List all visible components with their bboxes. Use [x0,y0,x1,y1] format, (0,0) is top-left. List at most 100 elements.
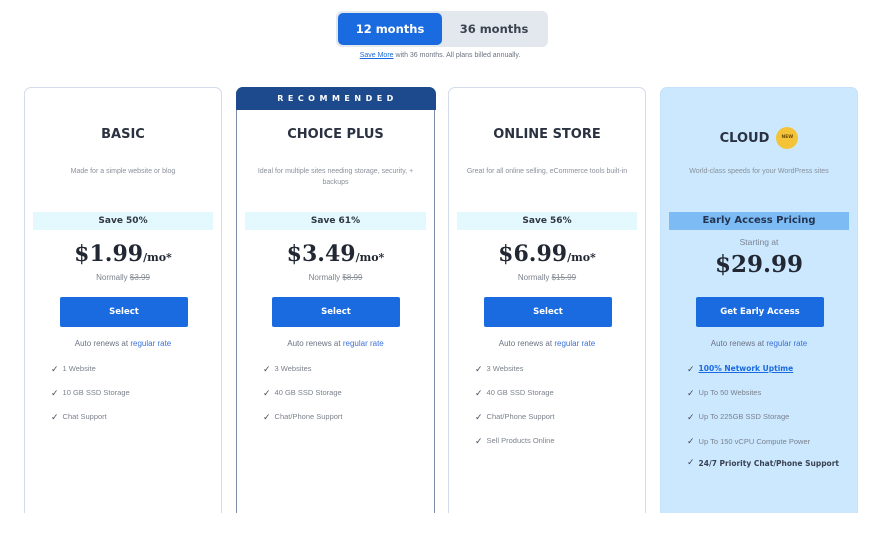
save-badge: Save 50% [33,212,213,230]
feature-text: 3 Websites [274,364,312,373]
feature-text: Sell Products Online [486,436,555,445]
feature-item: ✓ 40 GB SSD Storage [475,387,637,399]
select-button[interactable]: Select [484,297,612,327]
save-more-link[interactable]: Save More [360,52,394,59]
feature-text: 24/7 Priority Chat/Phone Support [698,459,839,468]
plan-description: World-class speeds for your WordPress si… [689,168,829,175]
feature-item: ✓ 24/7 Priority Chat/Phone Support [687,457,849,471]
feature-list: ✓ 100% Network Uptime ✓ Up To 50 Websites … [687,363,849,483]
feature-text: 40 GB SSD Storage [274,388,342,397]
renews-note: Auto renews at regular rate [661,339,857,348]
feature-item: ✓ 3 Websites [475,363,637,375]
checkmark-icon: ✓ [687,436,695,446]
feature-text: 40 GB SSD Storage [486,388,554,397]
checkmark-icon: ✓ [263,364,271,374]
regular-price: Normally $8.99 [237,273,434,282]
checkmark-icon: ✓ [51,412,59,422]
feature-text: Chat/Phone Support [274,412,343,421]
price: $3.49/mo* [237,241,434,267]
price-amount: $3.49 [286,241,356,267]
feature-item: ✓ 1 Website [51,363,213,375]
feature-text: Up To 50 Websites [698,388,762,397]
normally-label: Normally [308,273,343,282]
starting-at-label: Starting at [739,237,779,247]
term-36-months-button[interactable]: 36 months [442,13,546,45]
price-unit: /mo* [567,251,596,264]
renews-text: Auto renews at [74,339,131,348]
feature-text: Up To 150 vCPU Compute Power [698,437,811,446]
feature-item: ✓ 10 GB SSD Storage [51,387,213,399]
feature-item: ✓ Up To 50 Websites [687,387,849,399]
strikethrough-price: $8.99 [342,273,363,282]
feature-text: 3 Websites [486,364,524,373]
checkmark-icon: ✓ [475,388,483,398]
renews-note: Auto renews at regular rate [449,339,645,348]
feature-item: ✓ Sell Products Online [475,435,637,447]
checkmark-icon: ✓ [51,388,59,398]
network-uptime-link[interactable]: 100% Network Uptime [699,363,794,375]
checkmark-icon: ✓ [687,458,695,468]
checkmark-icon: ✓ [687,412,695,422]
plan-description: Ideal for multiple sites needing storage… [257,168,414,186]
price: $29.99 [661,251,857,278]
feature-item: ✓ Up To 150 vCPU Compute Power [687,435,849,449]
early-access-band: Early Access Pricing [669,212,849,230]
feature-text: Chat Support [62,412,107,421]
price: $1.99/mo* [25,241,221,267]
plan-card-basic: BASIC Made for a simple website or blog … [24,87,222,513]
feature-list: ✓ 3 Websites ✓ 40 GB SSD Storage ✓ Chat/Pho… [475,363,637,459]
regular-rate-link[interactable]: regular rate [766,339,807,348]
plan-name-text: ONLINE STORE [493,127,601,142]
billing-note: Save More with 36 months. All plans bill… [0,52,880,59]
regular-rate-link[interactable]: regular rate [554,339,595,348]
normally-label: Normally [517,273,552,282]
renews-text: Auto renews at [498,339,555,348]
plan-name: BASIC [25,127,221,142]
checkmark-icon: ✓ [687,364,695,374]
feature-item[interactable]: ✓ 100% Network Uptime [687,363,849,375]
plan-card-cloud: CLOUD NEW World-class speeds for your Wor… [660,87,858,513]
save-badge: Save 61% [245,212,426,230]
save-badge: Save 56% [457,212,637,230]
renews-text: Auto renews at [287,339,343,348]
price-amount: $1.99 [74,241,144,267]
checkmark-icon: ✓ [475,412,483,422]
price-amount: $29.99 [714,251,804,278]
plan-name: ONLINE STORE [449,127,645,142]
recommended-banner: RECOMMENDED [235,86,436,110]
normally-label: Normally [96,273,130,282]
feature-item: ✓ Chat/Phone Support [263,411,426,423]
regular-price: Normally $3.99 [25,273,221,282]
feature-item: ✓ Chat Support [51,411,213,423]
plan-description: Great for all online selling, eCommerce … [466,168,628,175]
billing-note-text: with 36 months. All plans billed annuall… [393,52,521,59]
feature-text: Up To 225GB SSD Storage [698,412,790,421]
plan-card-online-store: ONLINE STORE Great for all online sellin… [448,87,646,513]
regular-price: Normally $15.99 [449,273,645,282]
plan-name-text: CLOUD [719,130,770,146]
regular-rate-link[interactable]: regular rate [130,339,171,348]
price-unit: /mo* [143,251,172,264]
renews-note: Auto renews at regular rate [25,339,221,348]
term-12-months-button[interactable]: 12 months [338,13,442,45]
feature-text: Chat/Phone Support [486,412,555,421]
feature-list: ✓ 1 Website ✓ 10 GB SSD Storage ✓ Chat Supp… [51,363,213,435]
term-toggle: 12 months 36 months [336,11,548,47]
plan-name: CLOUD NEW [661,127,857,149]
renews-text: Auto renews at [710,339,767,348]
get-early-access-button[interactable]: Get Early Access [696,297,824,327]
select-button[interactable]: Select [272,297,400,327]
price: $6.99/mo* [449,241,645,267]
feature-text: 1 Website [62,364,96,373]
checkmark-icon: ✓ [51,364,59,374]
strikethrough-price: $3.99 [129,273,150,282]
new-badge: NEW [776,127,799,149]
checkmark-icon: ✓ [475,436,483,446]
plan-card-choice-plus: RECOMMENDED CHOICE PLUS Ideal for multip… [235,86,436,513]
regular-rate-link[interactable]: regular rate [343,339,384,348]
select-button[interactable]: Select [60,297,188,327]
renews-note: Auto renews at regular rate [237,339,434,348]
checkmark-icon: ✓ [475,364,483,374]
feature-item: ✓ 3 Websites [263,363,426,375]
checkmark-icon: ✓ [263,388,271,398]
